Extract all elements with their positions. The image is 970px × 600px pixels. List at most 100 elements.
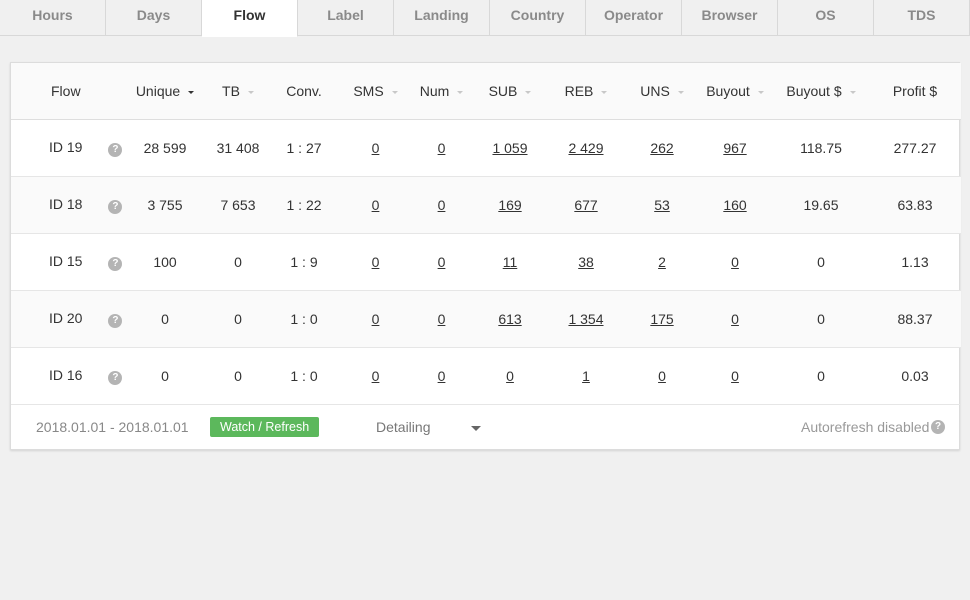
watch-refresh-button[interactable]: Watch / Refresh [210, 417, 320, 437]
unique-cell: 0 [161, 310, 169, 327]
num-link[interactable]: 0 [438, 311, 446, 327]
num-link[interactable]: 0 [438, 254, 446, 270]
tab-country[interactable]: Country [490, 0, 586, 36]
chevron-down-icon[interactable] [471, 426, 481, 431]
buyout-cell: 160 [697, 176, 773, 233]
tb-cell: 0 [234, 310, 242, 327]
tab-landing[interactable]: Landing [394, 0, 490, 36]
autorefresh-status: Autorefresh disabled [801, 419, 930, 435]
help-icon[interactable]: ? [108, 199, 123, 214]
sms-link[interactable]: 0 [372, 368, 380, 384]
sort-down-icon [247, 90, 254, 94]
sms-cell: 0 [343, 119, 408, 176]
sms-cell: 0 [343, 290, 408, 347]
num-link[interactable]: 0 [438, 368, 446, 384]
reb-cell: 1 [545, 347, 627, 404]
help-icon[interactable]: ? [108, 370, 123, 385]
sort-down-icon [677, 90, 684, 94]
sms-link[interactable]: 0 [372, 254, 380, 270]
header-buyout-usd[interactable]: Buyout $ [773, 63, 869, 119]
unique-cell: 100 [153, 253, 177, 270]
sort-down-icon [525, 90, 532, 94]
sms-link[interactable]: 0 [372, 311, 380, 327]
buyout-link[interactable]: 160 [723, 197, 746, 213]
table-row: ID 19? 28 599 31 408 1 : 27 0 0 1 059 2 … [11, 119, 961, 176]
sms-cell: 0 [343, 233, 408, 290]
stats-panel: Flow Unique TB Conv. SMS Num SUB REB UNS… [10, 62, 961, 450]
header-unique[interactable]: Unique [119, 63, 211, 119]
buyout-cell: 0 [697, 347, 773, 404]
help-icon[interactable]: ? [108, 142, 123, 157]
date-range[interactable]: 2018.01.01 - 2018.01.01 [36, 419, 189, 435]
num-cell: 0 [408, 233, 475, 290]
num-cell: 0 [408, 176, 475, 233]
header-buyout[interactable]: Buyout [697, 63, 773, 119]
reb-link[interactable]: 677 [574, 197, 597, 213]
uns-link[interactable]: 0 [658, 368, 666, 384]
header-reb[interactable]: REB [545, 63, 627, 119]
tab-operator[interactable]: Operator [586, 0, 682, 36]
tb-cell: 31 408 [216, 139, 260, 156]
reb-link[interactable]: 1 [582, 368, 590, 384]
reb-cell: 38 [545, 233, 627, 290]
tab-label[interactable]: Label [298, 0, 394, 36]
sort-down-icon [391, 90, 398, 94]
header-sub[interactable]: SUB [475, 63, 545, 119]
tb-cell: 0 [234, 253, 242, 270]
reb-link[interactable]: 38 [578, 254, 594, 270]
conv-cell: 1 : 27 [286, 139, 322, 156]
uns-link[interactable]: 175 [650, 311, 673, 327]
help-icon[interactable]: ? [108, 313, 123, 328]
sub-link[interactable]: 1 059 [492, 140, 527, 156]
reb-cell: 677 [545, 176, 627, 233]
sub-cell: 0 [475, 347, 545, 404]
buyout-cell: 967 [697, 119, 773, 176]
header-sms[interactable]: SMS [343, 63, 408, 119]
buyout-link[interactable]: 0 [731, 368, 739, 384]
buyout-link[interactable]: 0 [731, 254, 739, 270]
sort-down-icon [188, 90, 195, 94]
buyout-usd-cell: 19.65 [803, 196, 839, 213]
sms-link[interactable]: 0 [372, 197, 380, 213]
sub-link[interactable]: 11 [503, 254, 518, 270]
tab-tds[interactable]: TDS [874, 0, 970, 36]
detailing-dropdown[interactable]: Detailing [376, 419, 430, 435]
uns-link[interactable]: 53 [654, 197, 670, 213]
num-link[interactable]: 0 [438, 197, 446, 213]
conv-cell: 1 : 0 [290, 310, 318, 327]
help-icon[interactable]: ? [108, 256, 123, 271]
header-tb[interactable]: TB [211, 63, 265, 119]
sub-link[interactable]: 613 [498, 311, 521, 327]
tab-days[interactable]: Days [106, 0, 202, 36]
num-link[interactable]: 0 [438, 140, 446, 156]
unique-cell: 3 755 [147, 196, 183, 213]
reb-link[interactable]: 2 429 [568, 140, 603, 156]
header-num[interactable]: Num [408, 63, 475, 119]
header-uns[interactable]: UNS [627, 63, 697, 119]
sub-link[interactable]: 0 [506, 368, 514, 384]
uns-link[interactable]: 2 [658, 254, 666, 270]
help-icon[interactable]: ? [931, 420, 945, 434]
tab-flow[interactable]: Flow [202, 0, 298, 37]
table-footer: 2018.01.01 - 2018.01.01 Watch / Refresh … [11, 404, 959, 450]
tab-hours[interactable]: Hours [0, 0, 106, 36]
sort-down-icon [757, 90, 764, 94]
sms-link[interactable]: 0 [372, 140, 380, 156]
flow-cell: ID 18? [11, 176, 123, 233]
tab-os[interactable]: OS [778, 0, 874, 36]
buyout-link[interactable]: 0 [731, 311, 739, 327]
reb-link[interactable]: 1 354 [568, 311, 603, 327]
uns-link[interactable]: 262 [650, 140, 673, 156]
num-cell: 0 [408, 119, 475, 176]
sub-cell: 613 [475, 290, 545, 347]
tab-browser[interactable]: Browser [682, 0, 778, 36]
uns-cell: 2 [627, 233, 697, 290]
flow-cell: ID 19? [11, 119, 123, 176]
sort-down-icon [849, 90, 856, 94]
header-flow[interactable]: Flow [11, 63, 119, 119]
sms-cell: 0 [343, 347, 408, 404]
sub-link[interactable]: 169 [498, 197, 521, 213]
buyout-link[interactable]: 967 [723, 140, 746, 156]
num-cell: 0 [408, 290, 475, 347]
flow-cell: ID 20? [11, 290, 123, 347]
